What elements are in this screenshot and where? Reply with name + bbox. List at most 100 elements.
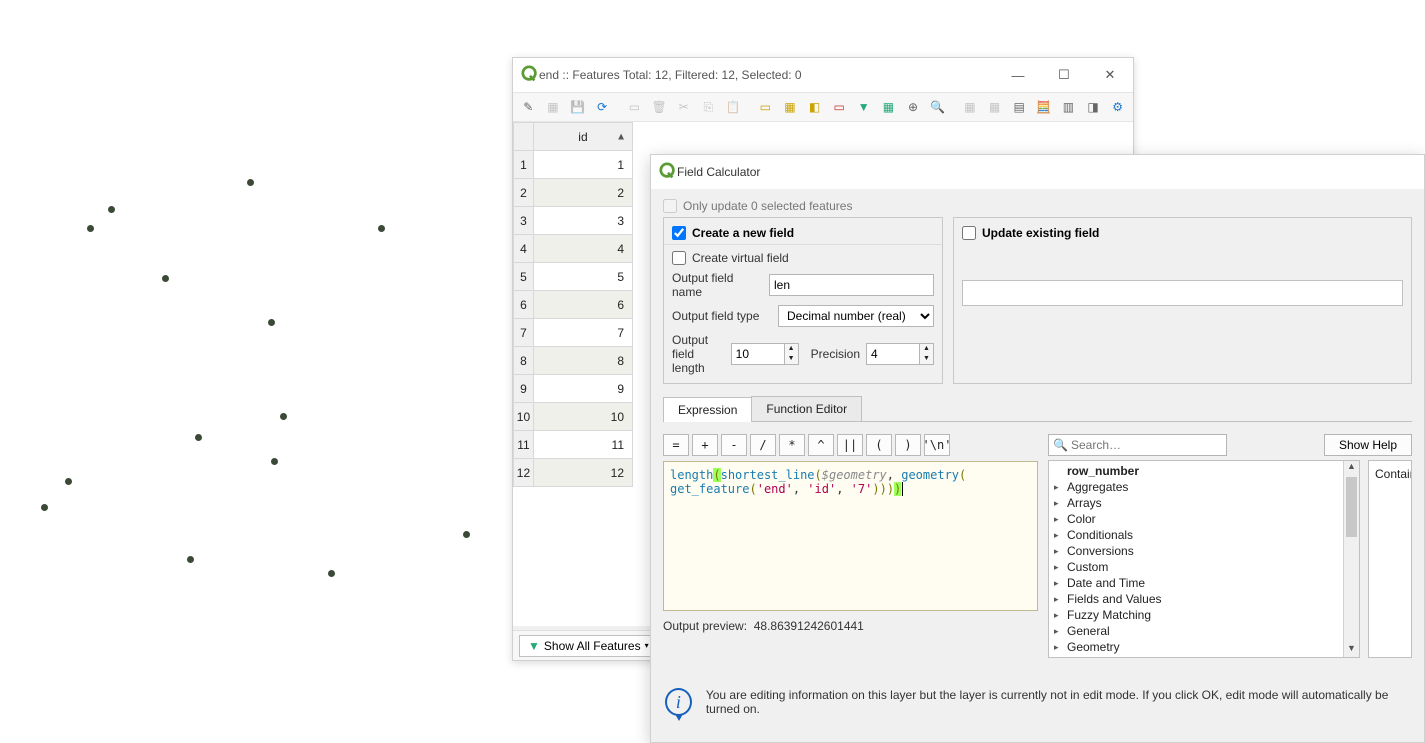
row-header[interactable]: 5 (514, 263, 534, 291)
cell-id[interactable]: 10 (533, 403, 632, 431)
corner-cell[interactable] (514, 123, 534, 151)
function-item[interactable]: row_number (1049, 463, 1343, 479)
cell-id[interactable]: 11 (533, 431, 632, 459)
function-item[interactable]: ▸Arrays (1049, 495, 1343, 511)
row-header[interactable]: 2 (514, 179, 534, 207)
operator-button[interactable]: ( (866, 434, 892, 456)
titlebar[interactable]: end :: Features Total: 12, Filtered: 12,… (513, 58, 1133, 92)
operator-button[interactable]: = (663, 434, 689, 456)
expression-editor[interactable]: length(shortest_line($geometry, geometry… (663, 461, 1038, 611)
table-row[interactable]: 1212 (514, 459, 633, 487)
precision-input[interactable] (866, 343, 920, 365)
map-point[interactable] (162, 275, 169, 282)
map-point[interactable] (247, 179, 254, 186)
cell-id[interactable]: 8 (533, 347, 632, 375)
create-new-field-checkbox[interactable] (672, 226, 686, 240)
operator-button[interactable]: ^ (808, 434, 834, 456)
map-canvas[interactable] (0, 0, 515, 743)
operator-button[interactable]: '\n' (924, 434, 950, 456)
map-point[interactable] (463, 531, 470, 538)
function-item[interactable]: ▸General (1049, 623, 1343, 639)
map-point[interactable] (378, 225, 385, 232)
output-name-input[interactable] (769, 274, 934, 296)
multiedit-icon[interactable]: ▦ (542, 95, 565, 119)
field-calc-icon[interactable]: 🧮 (1032, 95, 1055, 119)
create-virtual-checkbox[interactable] (672, 251, 686, 265)
cell-id[interactable]: 4 (533, 235, 632, 263)
select-expr-icon[interactable]: ▭ (754, 95, 777, 119)
row-header[interactable]: 10 (514, 403, 534, 431)
map-point[interactable] (328, 570, 335, 577)
map-point[interactable] (268, 319, 275, 326)
function-list[interactable]: row_number▸Aggregates▸Arrays▸Color▸Condi… (1049, 461, 1343, 657)
row-header[interactable]: 1 (514, 151, 534, 179)
column-header-id[interactable]: id ▲ (533, 123, 632, 151)
operator-button[interactable]: || (837, 434, 863, 456)
cell-id[interactable]: 6 (533, 291, 632, 319)
update-existing-checkbox[interactable] (962, 226, 976, 240)
cell-id[interactable]: 12 (533, 459, 632, 487)
tab-expression[interactable]: Expression (663, 397, 752, 422)
organize-cols-icon[interactable]: ▤ (1008, 95, 1031, 119)
table-row[interactable]: 1010 (514, 403, 633, 431)
row-header[interactable]: 9 (514, 375, 534, 403)
table-row[interactable]: 99 (514, 375, 633, 403)
zoom-select-icon[interactable]: 🔍 (926, 95, 949, 119)
scrollbar[interactable]: ▲ ▼ (1343, 461, 1359, 657)
table-row[interactable]: 44 (514, 235, 633, 263)
function-item[interactable]: ▸Fields and Values (1049, 591, 1343, 607)
show-all-features-button[interactable]: ▼ Show All Features ▾ (519, 635, 658, 657)
save-icon[interactable]: 💾 (566, 95, 589, 119)
output-length-input[interactable] (731, 343, 785, 365)
maximize-button[interactable]: ☐ (1041, 58, 1087, 92)
select-value-icon[interactable]: ▦ (877, 95, 900, 119)
table-row[interactable]: 11 (514, 151, 633, 179)
reload-icon[interactable]: ⟳ (591, 95, 614, 119)
search-input[interactable] (1048, 434, 1227, 456)
table-row[interactable]: 55 (514, 263, 633, 291)
minimize-button[interactable]: — (995, 58, 1041, 92)
operator-button[interactable]: + (692, 434, 718, 456)
add-feature-icon[interactable]: ▭ (623, 95, 646, 119)
table-row[interactable]: 77 (514, 319, 633, 347)
row-header[interactable]: 7 (514, 319, 534, 347)
row-header[interactable]: 8 (514, 347, 534, 375)
function-item[interactable]: ▸Color (1049, 511, 1343, 527)
map-point[interactable] (87, 225, 94, 232)
function-item[interactable]: ▸Conversions (1049, 543, 1343, 559)
cut-icon[interactable]: ✂ (672, 95, 695, 119)
new-field-icon[interactable]: ▦ (959, 95, 982, 119)
table-row[interactable]: 33 (514, 207, 633, 235)
map-point[interactable] (195, 434, 202, 441)
cond-format-icon[interactable]: ▥ (1057, 95, 1080, 119)
map-point[interactable] (280, 413, 287, 420)
cell-id[interactable]: 7 (533, 319, 632, 347)
map-point[interactable] (41, 504, 48, 511)
map-point[interactable] (271, 458, 278, 465)
show-help-button[interactable]: Show Help (1324, 434, 1412, 456)
copy-icon[interactable]: ⎘ (697, 95, 720, 119)
operator-button[interactable]: - (721, 434, 747, 456)
edit-icon[interactable]: ✎ (517, 95, 540, 119)
titlebar[interactable]: Field Calculator (651, 155, 1424, 189)
cell-id[interactable]: 9 (533, 375, 632, 403)
close-button[interactable]: ✕ (1087, 58, 1133, 92)
row-header[interactable]: 11 (514, 431, 534, 459)
function-item[interactable]: ▸Geometry (1049, 639, 1343, 655)
precision-spinner[interactable]: ▲▼ (920, 343, 934, 365)
delete-icon[interactable]: 🗑 (648, 95, 671, 119)
tab-function-editor[interactable]: Function Editor (751, 396, 862, 421)
map-point[interactable] (187, 556, 194, 563)
function-item[interactable]: ▸Fuzzy Matching (1049, 607, 1343, 623)
paste-icon[interactable]: 📋 (722, 95, 745, 119)
cell-id[interactable]: 5 (533, 263, 632, 291)
table-row[interactable]: 1111 (514, 431, 633, 459)
attribute-table[interactable]: id ▲ 112233445566778899101011111212 (513, 122, 633, 487)
cell-id[interactable]: 1 (533, 151, 632, 179)
function-item[interactable]: ▸Custom (1049, 559, 1343, 575)
deselect-icon[interactable]: ▭ (828, 95, 851, 119)
cell-id[interactable]: 3 (533, 207, 632, 235)
operator-button[interactable]: / (750, 434, 776, 456)
move-top-icon[interactable]: ⊕ (902, 95, 925, 119)
actions-icon[interactable]: ⚙ (1106, 95, 1129, 119)
